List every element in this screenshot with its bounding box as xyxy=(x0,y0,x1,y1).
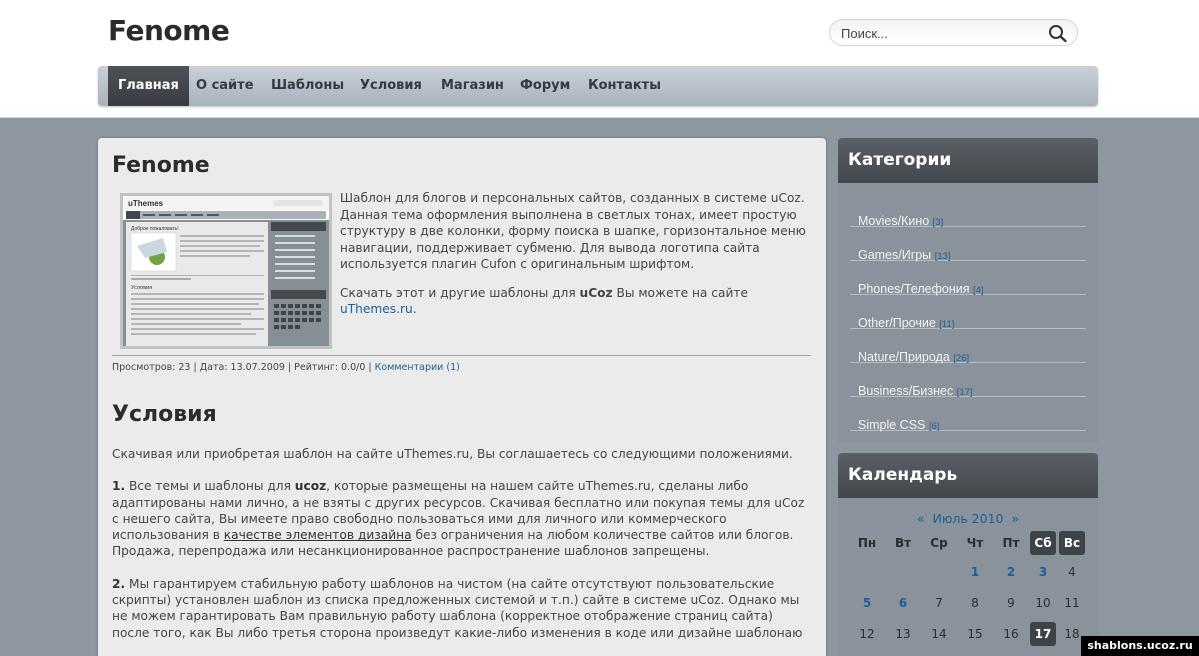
category-label[interactable]: Other/Прочие xyxy=(858,316,936,330)
calendar-day[interactable]: 6 xyxy=(890,591,916,615)
nav-item-shop[interactable]: Магазин xyxy=(441,66,504,106)
comments-link[interactable]: Комментарии (1) xyxy=(375,362,460,373)
category-item[interactable]: Games/Игры [13] xyxy=(850,227,1086,262)
calendar-month-label[interactable]: Июль 2010 xyxy=(932,511,1003,526)
download-text: Скачать этот и другие шаблоны для xyxy=(340,285,576,300)
categories-list: Movies/Кино [3] Games/Игры [13] Phones/Т… xyxy=(838,183,1098,443)
calendar-weekday: Сб xyxy=(1030,531,1056,555)
download-text-end: . xyxy=(412,302,417,316)
category-item[interactable]: Phones/Телефония [4] xyxy=(850,261,1086,296)
calendar-weekday: Пт xyxy=(1002,536,1020,550)
calendar-day: 14 xyxy=(931,627,947,641)
main-content: Fenome uThemes Доброе пожаловать! Услови… xyxy=(98,138,826,656)
search-box xyxy=(829,19,1078,46)
calendar-header: Календарь xyxy=(838,453,1098,498)
calendar-day[interactable]: 5 xyxy=(854,591,880,615)
terms-num-1: 1. xyxy=(112,479,126,494)
nav-item-contacts[interactable]: Контакты xyxy=(588,66,661,106)
calendar-day: 9 xyxy=(1007,596,1015,610)
post-title[interactable]: Fenome xyxy=(112,153,210,178)
download-text-middle: Вы можете на сайте xyxy=(616,285,748,300)
site-header: Fenome Главная О сайте Шаблоны Условия М… xyxy=(0,0,1199,118)
category-count: [6] xyxy=(928,421,940,432)
calendar-day-today: 17 xyxy=(1030,622,1056,646)
calendar-weekday: Ср xyxy=(930,536,948,550)
search-input[interactable] xyxy=(841,24,1041,42)
terms-num-2: 2. xyxy=(112,576,126,591)
calendar-day: 13 xyxy=(895,627,911,641)
calendar-day: 10 xyxy=(1035,596,1051,610)
calendar-next-month[interactable]: » xyxy=(1011,511,1019,526)
calendar-day: 11 xyxy=(1064,596,1080,610)
category-item[interactable]: Simple CSS [6] xyxy=(850,397,1086,432)
calendar-day: 4 xyxy=(1068,565,1076,579)
post-meta-text: Просмотров: 23 | Дата: 13.07.2009 | Рейт… xyxy=(112,362,372,373)
terms-p2: Мы гарантируем стабильную работу шаблоно… xyxy=(112,576,803,640)
calendar-weekday: Чт xyxy=(966,536,984,550)
calendar-weekday: Пн xyxy=(857,536,877,550)
terms-intro: Скачивая или приобретая шаблон на сайте … xyxy=(112,447,793,461)
terms-p1-a: Все темы и шаблоны для xyxy=(129,479,291,494)
thumbnail-heading: Доброе пожаловать! xyxy=(131,226,179,232)
calendar-day[interactable]: 3 xyxy=(1030,560,1056,584)
calendar-day[interactable]: 1 xyxy=(962,560,988,584)
calendar-month-nav: « Июль 2010 » xyxy=(838,511,1098,526)
category-label[interactable]: Movies/Кино xyxy=(858,214,929,228)
terms-p1-ucoz: ucoz xyxy=(294,479,327,494)
thumbnail-section: Условия xyxy=(131,285,152,291)
post-download-line: Скачать этот и другие шаблоны для uCoz В… xyxy=(340,285,816,318)
post-body: Шаблон для блогов и персональных сайтов,… xyxy=(340,190,816,318)
category-item[interactable]: Other/Прочие [11] xyxy=(850,295,1086,330)
nav-item-about[interactable]: О сайте xyxy=(196,66,254,106)
categories-header: Категории xyxy=(838,138,1098,183)
terms-paragraph-1: 1. Все темы и шаблоны для ucoz, которые … xyxy=(112,478,812,559)
calendar-day: 15 xyxy=(967,627,983,641)
category-item[interactable]: Nature/Природа [26] xyxy=(850,329,1086,364)
uthemes-link[interactable]: uThemes.ru xyxy=(340,302,413,316)
category-label[interactable]: Business/Бизнес xyxy=(858,384,953,398)
calendar-prev-month[interactable]: « xyxy=(917,511,925,526)
thumbnail-logo: uThemes xyxy=(128,199,164,208)
category-item[interactable]: Business/Бизнес [17] xyxy=(850,363,1086,398)
main-nav: Главная О сайте Шаблоны Условия Магазин … xyxy=(98,66,1098,106)
ucoz-label: uCoz xyxy=(579,285,613,300)
nav-item-templates[interactable]: Шаблоны xyxy=(271,66,344,106)
category-label[interactable]: Phones/Телефония xyxy=(858,282,969,296)
terms-paragraph-2: 2. Мы гарантируем стабильную работу шабл… xyxy=(112,576,812,641)
category-label[interactable]: Games/Игры xyxy=(858,248,931,262)
calendar-day: 8 xyxy=(971,596,979,610)
calendar: « Июль 2010 » Пн Вт Ср Чт Пт Сб Вс 1 2 3 4 5 6 7 8 9 10 1… xyxy=(838,498,1098,656)
search-icon[interactable] xyxy=(1048,24,1068,43)
terms-body: Скачивая или приобретая шаблон на сайте … xyxy=(112,446,812,641)
terms-title[interactable]: Условия xyxy=(112,402,217,427)
calendar-day: 12 xyxy=(859,627,875,641)
post-meta: Просмотров: 23 | Дата: 13.07.2009 | Рейт… xyxy=(112,362,460,373)
category-item[interactable]: Movies/Кино [3] xyxy=(850,193,1086,228)
calendar-day[interactable]: 2 xyxy=(998,560,1024,584)
calendar-weekday: Вс xyxy=(1059,531,1085,555)
site-logo[interactable]: Fenome xyxy=(108,14,230,47)
post-divider xyxy=(112,355,811,356)
design-elements-link[interactable]: качестве элементов дизайна xyxy=(224,528,412,542)
category-label[interactable]: Simple CSS xyxy=(858,418,925,432)
nav-item-forum[interactable]: Форум xyxy=(520,66,570,106)
calendar-day: 7 xyxy=(935,596,943,610)
calendar-weekday: Вт xyxy=(894,536,912,550)
calendar-day: 16 xyxy=(1003,627,1019,641)
nav-item-home[interactable]: Главная xyxy=(108,66,189,106)
watermark: shablons.ucoz.ru xyxy=(1081,636,1199,656)
category-label[interactable]: Nature/Природа xyxy=(858,350,950,364)
nav-item-terms[interactable]: Условия xyxy=(360,66,422,106)
template-preview-image[interactable]: uThemes Доброе пожаловать! Условия xyxy=(120,193,332,349)
post-description: Шаблон для блогов и персональных сайтов,… xyxy=(340,191,806,271)
